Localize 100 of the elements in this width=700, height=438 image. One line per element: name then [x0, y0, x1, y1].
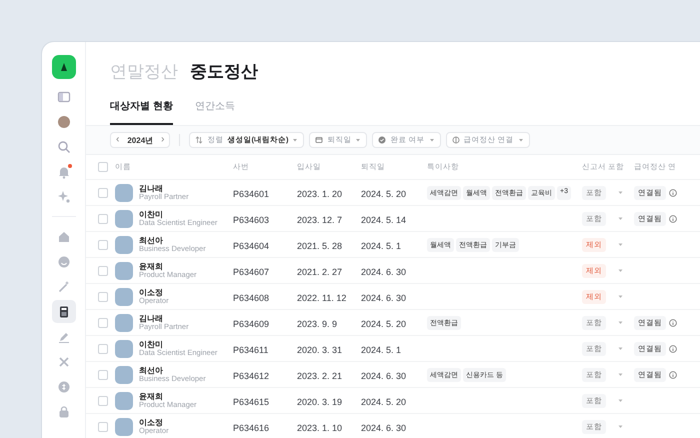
avatar-photo-placeholder: [115, 210, 133, 228]
sort-icon: [195, 136, 204, 144]
leave-date: 2024. 6. 30: [361, 292, 406, 302]
page-title-tab[interactable]: 중도정산: [190, 60, 258, 83]
caret-icon[interactable]: [618, 320, 623, 325]
year-selector[interactable]: ‹ 2024년 ›: [110, 132, 170, 148]
avatar-photo-placeholder: [115, 392, 133, 410]
caret-icon[interactable]: [618, 216, 623, 221]
hire-date: 2023. 2. 21: [297, 370, 342, 380]
employee-id: P634615: [233, 396, 270, 406]
smiley-icon[interactable]: [56, 254, 70, 268]
hire-date: 2023. 9. 9: [297, 318, 338, 328]
leave-date: 2024. 5. 20: [361, 396, 406, 406]
leave-date: 2024. 6. 30: [361, 266, 406, 276]
caret-icon: [428, 137, 435, 143]
employee-name: 김나래: [139, 314, 164, 323]
hire-date: 2023. 1. 10: [297, 422, 342, 432]
employee-id: P634603: [233, 214, 270, 224]
employee-name: 이찬미: [139, 340, 163, 349]
employee-name: 김나래: [139, 184, 164, 193]
employee-id: P634611: [233, 344, 268, 354]
caret-icon: [292, 137, 298, 143]
leave-date: 2024. 5. 20: [361, 188, 406, 198]
employee-name: 최선아: [139, 366, 163, 375]
hire-date: 2021. 2. 27: [297, 266, 342, 276]
row-checkbox[interactable]: [98, 188, 108, 198]
home-icon[interactable]: [56, 230, 70, 244]
search-icon[interactable]: [56, 140, 70, 154]
hire-date: 2021. 5. 28: [297, 240, 342, 250]
avatar-photo-placeholder: [115, 236, 133, 254]
hire-date: 2020. 3. 31: [297, 344, 342, 354]
employee-id: P634604: [233, 240, 270, 250]
caret-icon[interactable]: [618, 268, 623, 273]
row-checkbox[interactable]: [98, 292, 108, 302]
row-checkbox[interactable]: [98, 396, 108, 406]
info-icon[interactable]: [669, 318, 677, 326]
leave-date: 2024. 5. 14: [361, 214, 406, 224]
leave-date: 2024. 5. 1: [361, 344, 402, 354]
info-icon[interactable]: [669, 344, 677, 352]
employee-id: P634612: [233, 370, 270, 380]
info-icon[interactable]: [669, 370, 677, 378]
person-lock-icon[interactable]: [56, 404, 70, 418]
employee-name: 이소정: [139, 418, 164, 427]
avatar-photo-placeholder: [115, 262, 133, 280]
tools-icon[interactable]: [56, 354, 70, 368]
info-icon[interactable]: [669, 214, 677, 222]
info-icon[interactable]: [669, 188, 677, 196]
row-checkbox[interactable]: [98, 318, 108, 328]
employee-name: 이찬미: [139, 210, 163, 219]
employee-id: P634608: [233, 292, 270, 302]
caret-icon[interactable]: [618, 398, 623, 403]
employee-id: P634616: [233, 422, 270, 432]
row-checkbox[interactable]: [98, 240, 108, 250]
caret-icon[interactable]: [618, 346, 623, 351]
employee-id: P634607: [233, 266, 270, 276]
caret-icon[interactable]: [618, 294, 623, 299]
coin-icon[interactable]: [56, 380, 70, 394]
avatar-photo-placeholder: [115, 288, 133, 306]
avatar-photo-placeholder: [115, 418, 133, 436]
app-logo[interactable]: [52, 55, 76, 79]
caret-icon: [518, 137, 524, 143]
caret-icon[interactable]: [618, 372, 623, 377]
bell-icon[interactable]: [56, 164, 70, 178]
select-all-checkbox[interactable]: [98, 162, 108, 172]
row-checkbox[interactable]: [98, 266, 108, 276]
caret-icon[interactable]: [618, 190, 623, 195]
row-checkbox[interactable]: [98, 214, 108, 224]
employee-name: 윤재희: [139, 262, 163, 271]
employee-id: P634601: [233, 188, 270, 198]
row-checkbox[interactable]: [98, 370, 108, 380]
leave-date: 2024. 5. 20: [361, 318, 406, 328]
leave-date: 2024. 5. 1: [361, 240, 402, 250]
employee-name: 최선아: [139, 236, 163, 245]
leave-date: 2024. 6. 30: [361, 422, 406, 432]
hire-date: 2023. 1. 20: [297, 188, 342, 198]
check-circle-icon: [378, 136, 386, 144]
hire-date: 2020. 3. 19: [297, 396, 342, 406]
user-avatar[interactable]: [58, 116, 70, 128]
leave-date: 2024. 6. 30: [361, 370, 406, 380]
row-checkbox[interactable]: [98, 344, 108, 354]
avatar-photo-placeholder: [115, 314, 133, 332]
magic-wand-icon[interactable]: [56, 280, 70, 294]
hire-date: 2023. 12. 7: [297, 214, 342, 224]
row-checkbox[interactable]: [98, 422, 108, 432]
avatar-photo-placeholder: [115, 184, 133, 202]
calendar-icon: [315, 136, 324, 144]
sparkle-icon[interactable]: [56, 190, 70, 204]
hire-date: 2022. 11. 12: [297, 292, 346, 302]
employee-name: 이소정: [139, 288, 164, 297]
panel-icon[interactable]: [56, 90, 70, 104]
employee-name: 윤재희: [139, 392, 163, 401]
previous-year-button[interactable]: ‹: [116, 135, 120, 145]
caret-icon: [355, 137, 362, 143]
next-year-button[interactable]: ›: [161, 135, 164, 145]
avatar-photo-placeholder: [115, 366, 133, 384]
caret-icon[interactable]: [618, 424, 623, 429]
tab[interactable]: 연간소득: [194, 93, 235, 125]
caret-icon[interactable]: [618, 242, 623, 247]
year-label: 2024년: [127, 134, 154, 146]
employee-id: P634609: [233, 318, 270, 328]
